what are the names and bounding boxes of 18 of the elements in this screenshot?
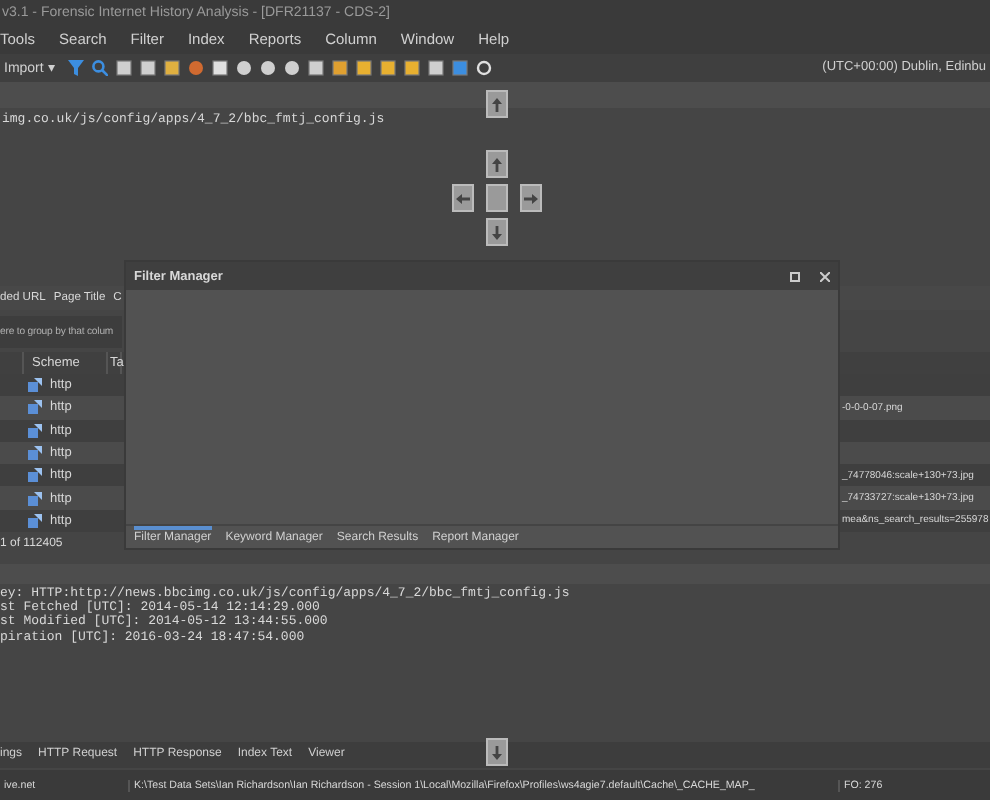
maximize-icon[interactable]: [790, 271, 800, 281]
dock-left-button[interactable]: [452, 184, 474, 212]
dock-up-button[interactable]: [486, 150, 508, 178]
close-icon[interactable]: [820, 271, 830, 281]
dock-down-button[interactable]: [486, 738, 508, 766]
filter-icon[interactable]: [67, 59, 84, 76]
arrow-left-icon: [456, 193, 470, 203]
arrow-down-icon: [492, 745, 502, 759]
dock-up-button[interactable]: [486, 90, 508, 118]
arrow-down-icon: [492, 225, 502, 239]
ball-icon[interactable]: [187, 59, 204, 76]
arrow-up-icon: [492, 157, 502, 171]
arrow-right-icon: [524, 193, 538, 203]
dock-right-button[interactable]: [520, 184, 542, 212]
arrow-up-icon: [492, 97, 502, 111]
search-icon[interactable]: [91, 59, 108, 76]
dock-down-button[interactable]: [486, 218, 508, 246]
power-icon[interactable]: [475, 59, 492, 76]
